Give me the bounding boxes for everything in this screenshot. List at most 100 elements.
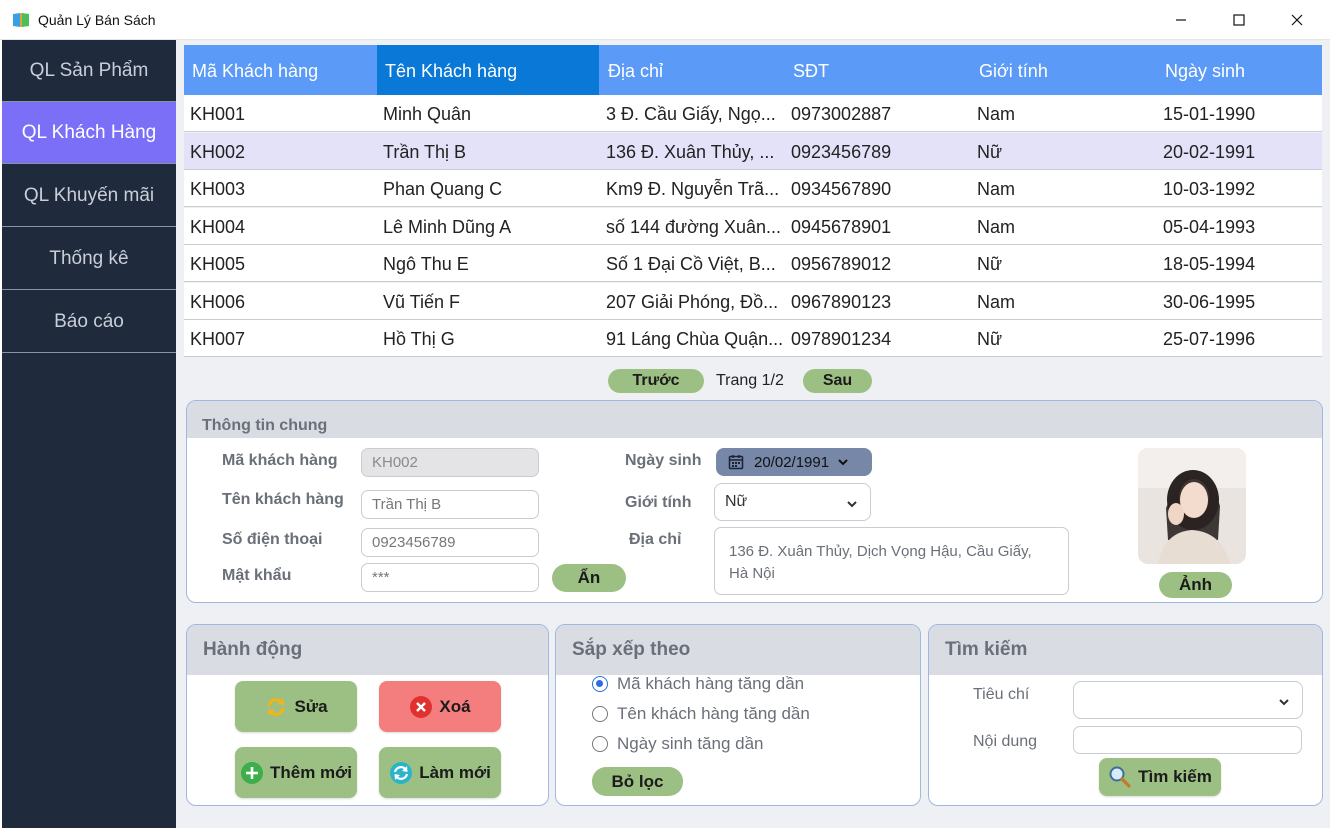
cell-phone: 0978901234 bbox=[791, 329, 892, 349]
delete-label: Xoá bbox=[439, 696, 471, 716]
table-row[interactable]: KH003 Phan Quang C Km9 Đ. Nguyễn Trã... … bbox=[184, 170, 1322, 207]
delete-button[interactable]: Xoá bbox=[379, 681, 501, 732]
clear-filter-button[interactable]: Bỏ lọc bbox=[592, 767, 683, 796]
column-header-code[interactable]: Mã Khách hàng bbox=[184, 45, 377, 95]
cell-name: Lê Minh Dũng A bbox=[383, 217, 512, 237]
column-header-name[interactable]: Tên Khách hàng bbox=[377, 45, 599, 95]
cell-dob: 15-01-1990 bbox=[1163, 104, 1256, 124]
add-new-button[interactable]: Thêm mới bbox=[235, 747, 357, 798]
sort-option-name[interactable]: Tên khách hàng tăng dần bbox=[592, 703, 810, 725]
cell-code: KH005 bbox=[190, 254, 246, 274]
cell-phone: 0967890123 bbox=[791, 292, 892, 312]
cell-gender: Nữ bbox=[977, 142, 1003, 162]
sort-option-label: Tên khách hàng tăng dần bbox=[617, 704, 810, 723]
customer-code-field: KH002 bbox=[361, 448, 539, 477]
table-row[interactable]: KH007 Hồ Thị G 91 Láng Chùa Quận... 0978… bbox=[184, 320, 1322, 357]
table-row[interactable]: KH005 Ngô Thu E Số 1 Đại Cồ Việt, B... 0… bbox=[184, 245, 1322, 282]
cell-gender: Nam bbox=[977, 292, 1016, 312]
dob-value: 20/02/1991 bbox=[754, 453, 830, 471]
edit-button[interactable]: Sửa bbox=[235, 681, 357, 732]
gender-value: Nữ bbox=[725, 493, 748, 510]
sidebar-item-customers[interactable]: QL Khách Hàng bbox=[2, 102, 176, 164]
cell-name: Vũ Tiến F bbox=[383, 292, 461, 312]
cell-code: KH003 bbox=[190, 179, 246, 199]
password-label: Mật khẩu bbox=[222, 567, 292, 584]
maximize-icon bbox=[1233, 14, 1245, 26]
page-indicator: Trang 1/2 bbox=[716, 372, 784, 389]
reset-label: Làm mới bbox=[419, 762, 491, 782]
calendar-icon bbox=[728, 455, 744, 470]
gender-select[interactable]: Nữ bbox=[714, 483, 871, 521]
search-button[interactable]: Tìm kiếm bbox=[1099, 758, 1221, 796]
criteria-select[interactable] bbox=[1073, 681, 1303, 719]
column-header-phone[interactable]: SĐT bbox=[785, 45, 971, 95]
column-header-gender[interactable]: Giới tính bbox=[971, 45, 1157, 95]
customer-name-field[interactable]: Trần Thị B bbox=[361, 490, 539, 519]
prev-page-button[interactable]: Trước bbox=[608, 369, 704, 393]
table-row[interactable]: KH001 Minh Quân 3 Đ. Cầu Giấy, Ngọ... 09… bbox=[184, 95, 1322, 132]
cell-code: KH004 bbox=[190, 217, 246, 237]
cell-address: số 144 đường Xuân... bbox=[606, 217, 781, 237]
minimize-icon bbox=[1176, 19, 1186, 21]
phone-field[interactable]: 0923456789 bbox=[361, 528, 539, 557]
cell-address: 136 Đ. Xuân Thủy, ... bbox=[606, 142, 775, 162]
cell-name: Minh Quân bbox=[383, 104, 472, 124]
cell-dob: 20-02-1991 bbox=[1163, 142, 1256, 162]
cell-phone: 0923456789 bbox=[791, 142, 892, 162]
photo-button[interactable]: Ảnh bbox=[1159, 572, 1232, 598]
radio-button[interactable] bbox=[592, 706, 608, 722]
password-field[interactable]: *** bbox=[361, 563, 539, 592]
search-content-input[interactable] bbox=[1073, 726, 1302, 754]
sidebar-item-promotions[interactable]: QL Khuyến mãi bbox=[2, 165, 176, 227]
sort-option-label: Mã khách hàng tăng dần bbox=[617, 674, 805, 693]
cell-address: Số 1 Đại Cồ Việt, B... bbox=[606, 254, 776, 274]
table-row[interactable]: KH006 Vũ Tiến F 207 Giải Phóng, Đồ... 09… bbox=[184, 283, 1322, 320]
cell-gender: Nữ bbox=[977, 254, 1003, 274]
radio-button[interactable] bbox=[592, 676, 608, 692]
sidebar-item-reports[interactable]: Báo cáo bbox=[2, 291, 176, 353]
customer-code-label: Mã khách hàng bbox=[222, 452, 338, 469]
cell-phone: 0934567890 bbox=[791, 179, 892, 199]
table-row[interactable]: KH004 Lê Minh Dũng A số 144 đường Xuân..… bbox=[184, 208, 1322, 245]
chevron-down-icon bbox=[838, 459, 848, 466]
cell-dob: 18-05-1994 bbox=[1163, 254, 1256, 274]
column-header-dob[interactable]: Ngày sinh bbox=[1157, 45, 1322, 95]
maximize-button[interactable] bbox=[1210, 0, 1268, 40]
address-label: Địa chỉ bbox=[629, 531, 682, 548]
dob-picker[interactable]: 20/02/1991 bbox=[716, 448, 872, 476]
sidebar-item-statistics[interactable]: Thống kê bbox=[2, 228, 176, 290]
plus-circle-icon bbox=[241, 761, 263, 784]
sort-option-label: Ngày sinh tăng dần bbox=[617, 734, 764, 753]
sort-option-code[interactable]: Mã khách hàng tăng dần bbox=[592, 673, 804, 695]
add-new-label: Thêm mới bbox=[270, 762, 352, 782]
cell-code: KH001 bbox=[190, 104, 246, 124]
radio-button[interactable] bbox=[592, 736, 608, 752]
address-field[interactable]: 136 Đ. Xuân Thủy, Dịch Vọng Hậu, Cầu Giấ… bbox=[714, 527, 1069, 595]
gender-label: Giới tính bbox=[625, 494, 692, 511]
delete-x-icon bbox=[410, 695, 433, 718]
window-title: Quản Lý Bán Sách bbox=[38, 12, 156, 28]
cell-dob: 30-06-1995 bbox=[1163, 292, 1256, 312]
reload-icon bbox=[390, 761, 413, 784]
sort-title: Sắp xếp theo bbox=[556, 625, 920, 675]
edit-label: Sửa bbox=[294, 696, 328, 716]
content-label: Nội dung bbox=[973, 733, 1038, 750]
hide-password-button[interactable]: Ẩn bbox=[552, 564, 626, 592]
close-button[interactable] bbox=[1268, 0, 1326, 40]
cell-name: Phan Quang C bbox=[383, 179, 503, 199]
chevron-down-icon bbox=[1279, 699, 1289, 706]
cell-address: Km9 Đ. Nguyễn Trã... bbox=[606, 179, 780, 199]
next-page-button[interactable]: Sau bbox=[803, 369, 872, 393]
table-row-selected[interactable]: KH002 Trần Thị B 136 Đ. Xuân Thủy, ... 0… bbox=[184, 133, 1322, 170]
cell-phone: 0945678901 bbox=[791, 217, 892, 237]
cell-address: 207 Giải Phóng, Đồ... bbox=[606, 292, 779, 312]
sidebar-item-products[interactable]: QL Sản Phẩm bbox=[2, 40, 176, 102]
reset-button[interactable]: Làm mới bbox=[379, 747, 501, 798]
sidebar: QL Sản Phẩm QL Khách Hàng QL Khuyến mãi … bbox=[2, 40, 176, 828]
cell-phone: 0956789012 bbox=[791, 254, 892, 274]
customer-photo bbox=[1138, 448, 1246, 564]
column-header-address[interactable]: Địa chỉ bbox=[600, 45, 786, 95]
customer-name-label: Tên khách hàng bbox=[222, 491, 344, 508]
minimize-button[interactable] bbox=[1152, 0, 1210, 40]
sort-option-dob[interactable]: Ngày sinh tăng dần bbox=[592, 733, 764, 755]
